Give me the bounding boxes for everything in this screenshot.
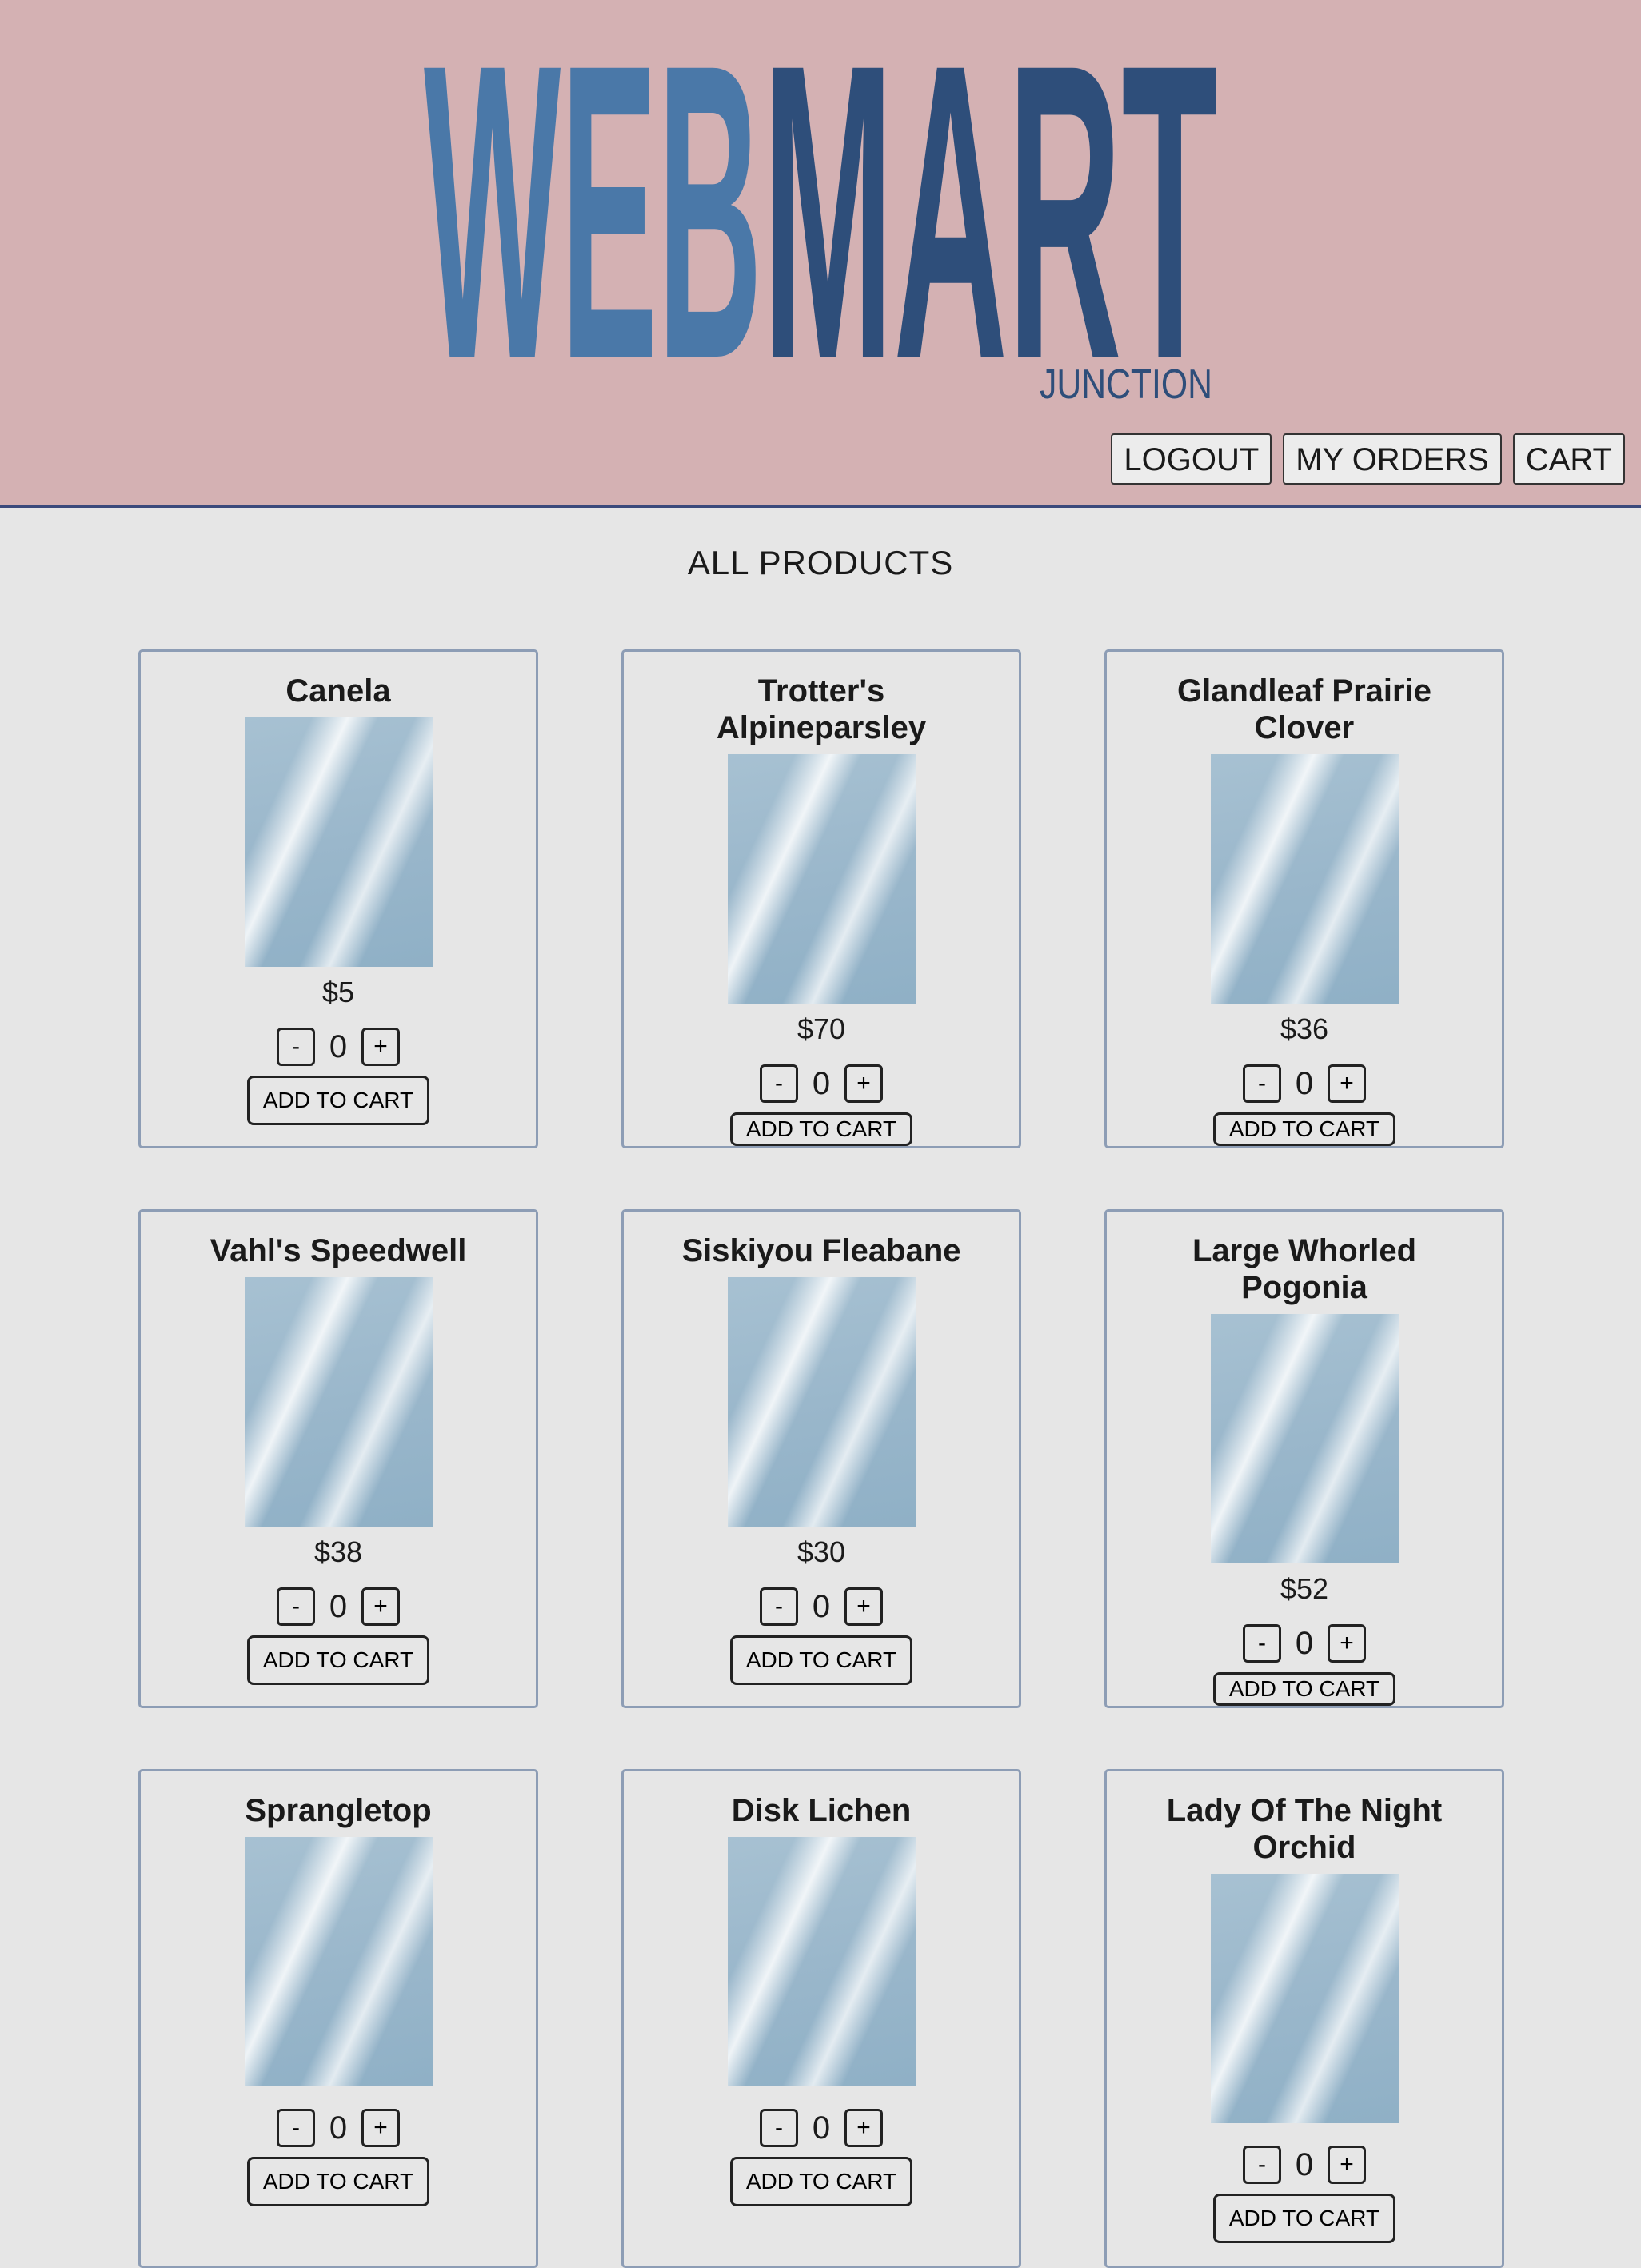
product-name: Canela xyxy=(285,673,391,709)
product-image xyxy=(1210,1314,1399,1563)
quantity-value: 0 xyxy=(1295,2146,1314,2182)
product-image xyxy=(1210,1874,1399,2123)
product-grid: Canela $5 - 0 + ADD TO CART Trotter's Al… xyxy=(138,649,1504,2268)
quantity-value: 0 xyxy=(329,1588,348,1624)
add-to-cart-button[interactable]: ADD TO CART xyxy=(247,2157,429,2206)
quantity-stepper: - 0 + xyxy=(760,1064,883,1103)
product-image xyxy=(244,717,433,967)
quantity-value: 0 xyxy=(1295,1625,1314,1661)
product-image xyxy=(244,1277,433,1527)
logo-wordmark: WEB MART JUNCTION xyxy=(424,22,1218,406)
decrease-quantity-button[interactable]: - xyxy=(277,1587,315,1626)
quantity-stepper: - 0 + xyxy=(1243,1624,1366,1663)
product-name: Sprangletop xyxy=(245,1793,432,1828)
quantity-stepper: - 0 + xyxy=(277,1587,400,1626)
add-to-cart-button[interactable]: ADD TO CART xyxy=(247,1635,429,1685)
product-price: $5 xyxy=(321,976,355,1008)
logout-button[interactable]: LOGOUT xyxy=(1111,433,1272,485)
product-price: $30 xyxy=(797,1535,846,1568)
site-header: WEB MART JUNCTION LOGOUT MY ORDERS CART xyxy=(0,0,1641,508)
add-to-cart-button[interactable]: ADD TO CART xyxy=(730,1112,912,1146)
increase-quantity-button[interactable]: + xyxy=(361,1587,400,1626)
add-to-cart-button[interactable]: ADD TO CART xyxy=(1213,1672,1395,1706)
logo-text-web: WEB xyxy=(424,22,762,406)
increase-quantity-button[interactable]: + xyxy=(361,1028,400,1066)
logo-tagline: JUNCTION xyxy=(1040,361,1212,406)
add-to-cart-button[interactable]: ADD TO CART xyxy=(730,2157,912,2206)
quantity-value: 0 xyxy=(329,1028,348,1064)
product-card: Disk Lichen - 0 + ADD TO CART xyxy=(621,1769,1021,2268)
cart-button[interactable]: CART xyxy=(1512,433,1625,485)
quantity-stepper: - 0 + xyxy=(1243,2146,1366,2184)
product-price: $38 xyxy=(313,1535,363,1568)
decrease-quantity-button[interactable]: - xyxy=(760,1587,798,1626)
quantity-stepper: - 0 + xyxy=(760,1587,883,1626)
quantity-value: 0 xyxy=(812,1588,831,1624)
product-card: Lady Of The Night Orchid - 0 + ADD TO CA… xyxy=(1104,1769,1504,2268)
increase-quantity-button[interactable]: + xyxy=(844,1064,883,1103)
quantity-value: 0 xyxy=(1295,1065,1314,1101)
product-image xyxy=(1210,754,1399,1004)
product-name: Glandleaf Prairie Clover xyxy=(1177,673,1431,745)
add-to-cart-button[interactable]: ADD TO CART xyxy=(730,1635,912,1685)
decrease-quantity-button[interactable]: - xyxy=(1243,2146,1281,2184)
product-name: Disk Lichen xyxy=(731,1793,912,1828)
product-price: $36 xyxy=(1280,1012,1329,1045)
add-to-cart-button[interactable]: ADD TO CART xyxy=(1213,1112,1395,1146)
product-image xyxy=(727,1837,916,2086)
increase-quantity-button[interactable]: + xyxy=(1328,1624,1366,1663)
quantity-stepper: - 0 + xyxy=(277,1028,400,1066)
quantity-stepper: - 0 + xyxy=(760,2109,883,2147)
product-card: Glandleaf Prairie Clover $36 - 0 + ADD T… xyxy=(1104,649,1504,1148)
increase-quantity-button[interactable]: + xyxy=(361,2109,400,2147)
product-card: Trotter's Alpineparsley $70 - 0 + ADD TO… xyxy=(621,649,1021,1148)
product-card: Siskiyou Fleabane $30 - 0 + ADD TO CART xyxy=(621,1209,1021,1708)
decrease-quantity-button[interactable]: - xyxy=(1243,1064,1281,1103)
add-to-cart-button[interactable]: ADD TO CART xyxy=(1213,2194,1395,2243)
product-name: Siskiyou Fleabane xyxy=(681,1233,961,1268)
product-card: Vahl's Speedwell $38 - 0 + ADD TO CART xyxy=(138,1209,538,1708)
decrease-quantity-button[interactable]: - xyxy=(1243,1624,1281,1663)
product-name: Lady Of The Night Orchid xyxy=(1166,1793,1443,1865)
product-card: Large Whorled Pogonia $52 - 0 + ADD TO C… xyxy=(1104,1209,1504,1708)
quantity-stepper: - 0 + xyxy=(277,2109,400,2147)
decrease-quantity-button[interactable]: - xyxy=(277,2109,315,2147)
quantity-value: 0 xyxy=(812,1065,831,1101)
quantity-value: 0 xyxy=(812,2110,831,2146)
increase-quantity-button[interactable]: + xyxy=(844,2109,883,2147)
page-title: ALL PRODUCTS xyxy=(687,544,954,581)
product-name: Trotter's Alpineparsley xyxy=(716,673,927,745)
product-name: Vahl's Speedwell xyxy=(210,1233,467,1268)
webmart-logo[interactable]: WEB MART JUNCTION xyxy=(424,22,1224,406)
product-image xyxy=(727,754,916,1004)
product-name: Large Whorled Pogonia xyxy=(1192,1233,1417,1305)
product-image xyxy=(727,1277,916,1527)
product-image xyxy=(244,1837,433,2086)
quantity-stepper: - 0 + xyxy=(1243,1064,1366,1103)
decrease-quantity-button[interactable]: - xyxy=(760,1064,798,1103)
logo-text-mart: MART xyxy=(762,22,1218,406)
increase-quantity-button[interactable]: + xyxy=(844,1587,883,1626)
increase-quantity-button[interactable]: + xyxy=(1328,1064,1366,1103)
product-card: Sprangletop - 0 + ADD TO CART xyxy=(138,1769,538,2268)
product-price: $70 xyxy=(797,1012,846,1045)
add-to-cart-button[interactable]: ADD TO CART xyxy=(247,1076,429,1125)
product-price: $52 xyxy=(1280,1572,1329,1605)
product-card: Canela $5 - 0 + ADD TO CART xyxy=(138,649,538,1148)
my-orders-button[interactable]: MY ORDERS xyxy=(1283,433,1502,485)
header-nav: LOGOUT MY ORDERS CART xyxy=(1111,433,1625,485)
decrease-quantity-button[interactable]: - xyxy=(760,2109,798,2147)
quantity-value: 0 xyxy=(329,2110,348,2146)
increase-quantity-button[interactable]: + xyxy=(1328,2146,1366,2184)
decrease-quantity-button[interactable]: - xyxy=(277,1028,315,1066)
